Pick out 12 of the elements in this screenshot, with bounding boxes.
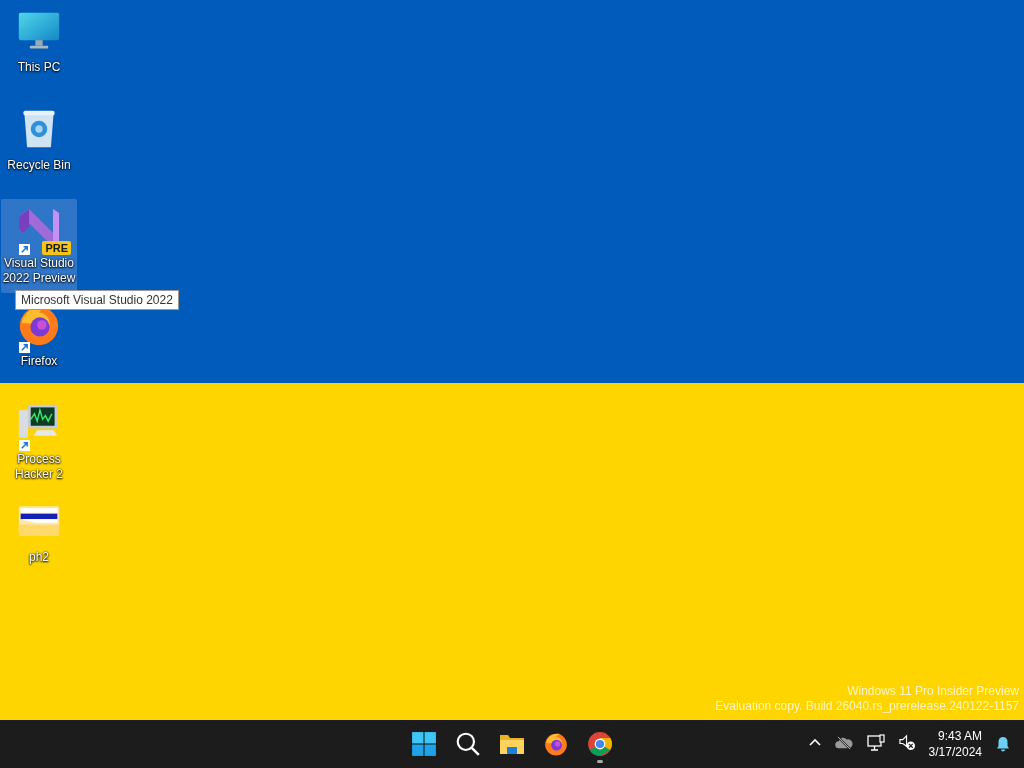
watermark-text: Windows 11 Pro Insider Preview [846,684,1019,699]
icon-label: Process Hacker 2 [14,452,64,482]
tooltip: Microsoft Visual Studio 2022 [15,290,179,310]
icon-label: Visual Studio 2022 Preview [2,256,76,286]
watermark-text: Evaluation copy. Build 26040.rs_prerelease.240122-1157 [715,699,1019,714]
icon-label: Recycle Bin [6,158,72,173]
icon-label: ph2 [28,550,50,565]
clock-time: 9:43 AM [937,728,982,744]
icon-label: Firefox [19,354,59,369]
preview-badge: PRE [42,241,71,255]
icon-label: This PC [16,60,62,75]
clock-date: 3/17/2024 [928,744,982,760]
